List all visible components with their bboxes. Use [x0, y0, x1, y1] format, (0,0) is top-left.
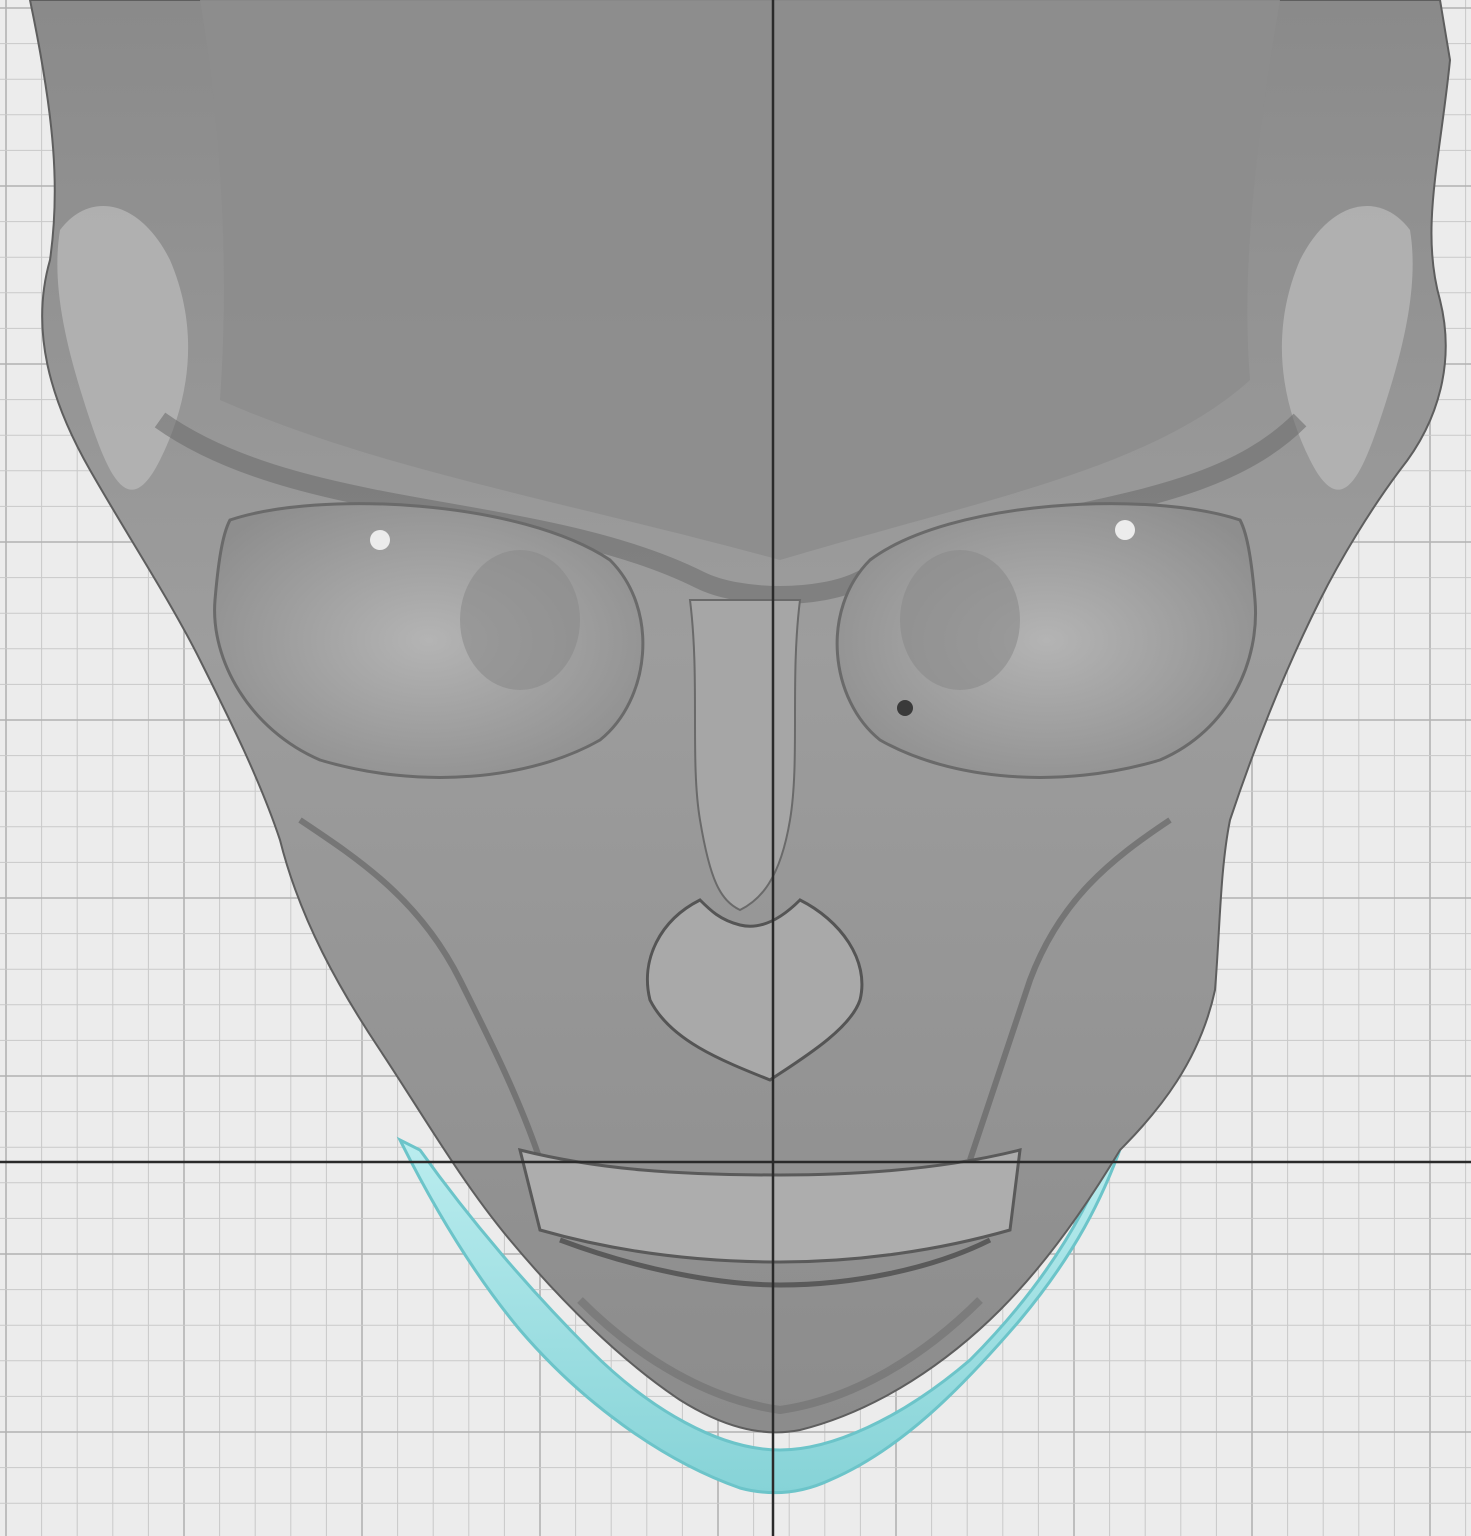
left-orbit-hole — [370, 530, 390, 550]
right-orbit-hole-2 — [897, 700, 913, 716]
right-orbit-hole — [1115, 520, 1135, 540]
right-orbit — [835, 502, 1258, 779]
viewport-canvas[interactable] — [0, 0, 1471, 1536]
left-orbit-foramen — [460, 550, 580, 690]
3d-viewport[interactable] — [0, 0, 1471, 1536]
left-orbit — [213, 502, 645, 779]
right-orbit-foramen — [900, 550, 1020, 690]
